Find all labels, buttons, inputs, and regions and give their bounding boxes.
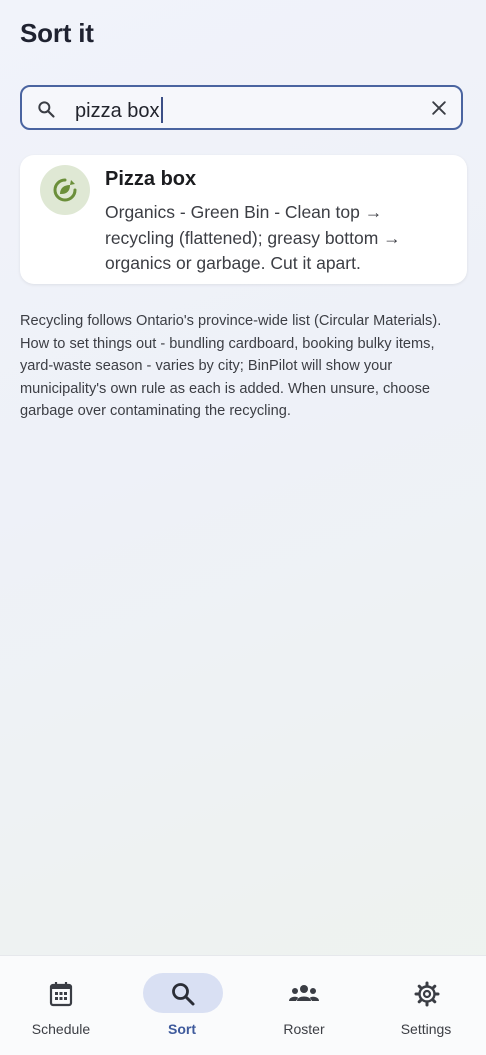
text-caret — [160, 97, 163, 123]
nav-item-settings[interactable]: Settings — [365, 956, 486, 1055]
nav-item-roster[interactable]: Roster — [243, 956, 365, 1055]
nav-label-schedule: Schedule — [31, 1021, 91, 1037]
compost-icon — [53, 178, 77, 202]
result-card[interactable]: Pizza box Organics - Green Bin - Clean t… — [20, 155, 467, 284]
result-description: Organics - Green Bin - Clean top → recyc… — [105, 202, 401, 273]
search-icon — [36, 99, 56, 119]
search-field[interactable]: pizza box — [20, 85, 463, 130]
bottom-nav: Schedule Sort Roster Settings — [0, 955, 486, 1055]
result-icon-badge — [40, 165, 90, 215]
nav-label-roster: Roster — [283, 1021, 325, 1037]
nav-label-sort: Sort — [168, 1021, 196, 1037]
gear-icon — [414, 981, 440, 1007]
info-note: Recycling follows Ontario's province-wid… — [20, 313, 442, 419]
group-icon — [289, 985, 319, 1001]
nav-label-settings: Settings — [400, 1021, 452, 1037]
search-input[interactable]: pizza box — [75, 97, 163, 123]
search-input-value: pizza box — [75, 100, 160, 122]
nav-item-sort[interactable]: Sort — [121, 956, 243, 1055]
result-name: Pizza box — [105, 168, 197, 190]
calendar-icon — [49, 982, 73, 1007]
page-title: Sort it — [20, 18, 94, 48]
close-icon[interactable] — [429, 98, 449, 118]
nav-item-schedule[interactable]: Schedule — [0, 956, 122, 1055]
search-icon — [172, 983, 195, 1006]
